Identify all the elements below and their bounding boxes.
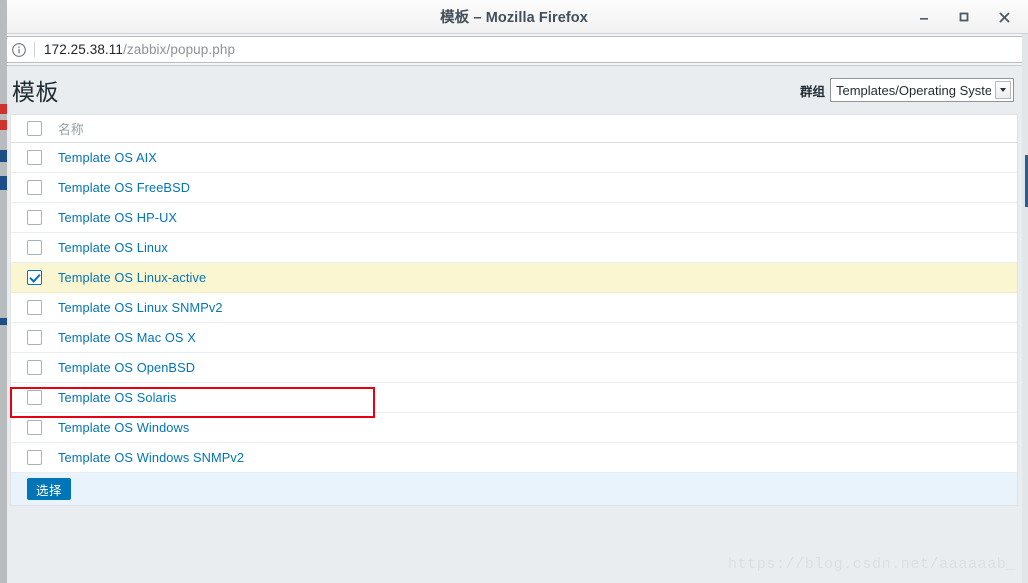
row-checkbox[interactable] <box>27 240 42 255</box>
template-name-link[interactable]: Template OS Solaris <box>58 390 177 405</box>
page-title: 模板 <box>12 79 59 105</box>
table-row[interactable]: Template OS AIX <box>11 143 1017 173</box>
template-name-link[interactable]: Template OS OpenBSD <box>58 360 195 375</box>
table-row[interactable]: Template OS Linux-active <box>11 263 1017 293</box>
url-separator <box>34 42 35 57</box>
minimize-icon[interactable] <box>904 0 944 34</box>
title-bar: 模板 – Mozilla Firefox <box>0 0 1028 34</box>
page-right-edge <box>1022 34 1028 583</box>
column-header-name: 名称 <box>58 122 84 137</box>
template-name-link[interactable]: Template OS HP-UX <box>58 210 177 225</box>
group-select-wrapper: Templates/Operating Systems <box>830 78 1014 102</box>
table-row[interactable]: Template OS Linux SNMPv2 <box>11 293 1017 323</box>
page-header: 模板 群组 Templates/Operating Systems <box>0 66 1028 114</box>
background-window-edge <box>0 0 7 583</box>
template-name-link[interactable]: Template OS Linux <box>58 240 168 255</box>
url-bar-container: 172.25.38.11/zabbix/popup.php <box>0 34 1028 66</box>
template-name-link[interactable]: Template OS AIX <box>58 150 157 165</box>
row-checkbox[interactable] <box>27 270 42 285</box>
url-path: /zabbix/popup.php <box>123 42 236 57</box>
table-row[interactable]: Template OS OpenBSD <box>11 353 1017 383</box>
window-title: 模板 – Mozilla Firefox <box>440 10 588 26</box>
table-row[interactable]: Template OS Windows <box>11 413 1017 443</box>
table-header-row: 名称 <box>11 115 1017 143</box>
template-name-link[interactable]: Template OS Linux-active <box>58 270 206 285</box>
close-icon[interactable] <box>984 0 1024 34</box>
url-input[interactable]: 172.25.38.11/zabbix/popup.php <box>4 36 1024 63</box>
table-row[interactable]: Template OS Linux <box>11 233 1017 263</box>
template-name-link[interactable]: Template OS Windows SNMPv2 <box>58 450 244 465</box>
template-name-link[interactable]: Template OS Mac OS X <box>58 330 196 345</box>
table-row[interactable]: Template OS Windows SNMPv2 <box>11 443 1017 473</box>
info-icon[interactable] <box>11 42 27 58</box>
row-checkbox[interactable] <box>27 450 42 465</box>
url-host: 172.25.38.11 <box>44 42 124 57</box>
row-checkbox[interactable] <box>27 180 42 195</box>
select-button[interactable]: 选择 <box>27 478 72 500</box>
row-checkbox[interactable] <box>27 420 42 435</box>
template-name-link[interactable]: Template OS FreeBSD <box>58 180 190 195</box>
table-footer: 选择 <box>10 473 1018 506</box>
template-name-link[interactable]: Template OS Windows <box>58 420 189 435</box>
table-row[interactable]: Template OS Mac OS X <box>11 323 1017 353</box>
select-all-checkbox[interactable] <box>27 121 42 136</box>
table-body: Template OS AIX Template OS FreeBSD Templa… <box>11 143 1017 473</box>
row-checkbox[interactable] <box>27 300 42 315</box>
watermark-text: https://blog.csdn.net/aaaaaab_ <box>727 556 1016 573</box>
table-row[interactable]: Template OS FreeBSD <box>11 173 1017 203</box>
group-select[interactable]: Templates/Operating Systems <box>830 78 1014 102</box>
url-text: 172.25.38.11/zabbix/popup.php <box>44 42 235 57</box>
table-row[interactable]: Template OS Solaris <box>11 383 1017 413</box>
table-row[interactable]: Template OS HP-UX <box>11 203 1017 233</box>
templates-table: 名称 Template OS AIX Template OS FreeBSD Tem… <box>10 114 1018 473</box>
row-checkbox[interactable] <box>27 210 42 225</box>
page-content: 模板 群组 Templates/Operating Systems 名称 Tem… <box>0 66 1028 583</box>
template-name-link[interactable]: Template OS Linux SNMPv2 <box>58 300 223 315</box>
window-controls <box>904 0 1024 34</box>
row-checkbox[interactable] <box>27 360 42 375</box>
row-checkbox[interactable] <box>27 330 42 345</box>
browser-window: 模板 – Mozilla Firefox 172.25.38.11/zabbix… <box>0 0 1028 583</box>
group-filter: 群组 Templates/Operating Systems <box>800 78 1014 102</box>
group-label: 群组 <box>799 84 825 99</box>
row-checkbox[interactable] <box>27 150 42 165</box>
row-checkbox[interactable] <box>27 390 42 405</box>
maximize-icon[interactable] <box>944 0 984 34</box>
